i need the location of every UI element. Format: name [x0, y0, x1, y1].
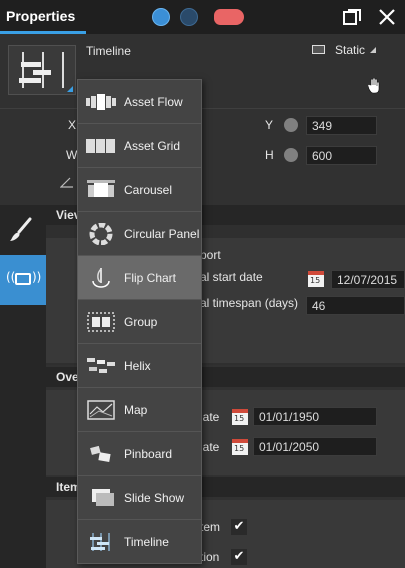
w-label: W [66, 148, 78, 162]
menu-item-label: Asset Flow [124, 95, 183, 109]
map-icon [87, 400, 115, 420]
component-type-menu: Asset Flow Asset Grid Carousel Circular … [77, 79, 202, 564]
menu-item-map[interactable]: Map [78, 388, 201, 432]
left-paren-icon: (( [6, 270, 16, 284]
pinboard-icon [90, 445, 111, 462]
overview-end-input[interactable]: 01/01/2050 [253, 437, 377, 456]
flip-chart-icon [92, 268, 110, 288]
menu-item-label: Pinboard [124, 447, 173, 461]
items-checkbox[interactable]: ✔ [231, 549, 247, 565]
viewport-label: port [200, 248, 221, 262]
angle-icon [60, 177, 73, 188]
menu-item-flip-chart[interactable]: Flip Chart [78, 256, 201, 300]
menu-item-group[interactable]: Group [78, 300, 201, 344]
record-pill-icon[interactable] [214, 9, 244, 25]
overview-start-label: late [200, 410, 220, 424]
layout-tab[interactable]: (( )) [0, 255, 46, 305]
component-thumbnail[interactable] [8, 45, 76, 95]
menu-item-timeline[interactable]: Timeline [78, 520, 201, 564]
menu-item-label: Slide Show [124, 491, 185, 505]
menu-item-label: Asset Grid [124, 139, 181, 153]
right-paren-icon: )) [32, 270, 42, 284]
y-input[interactable]: 349 [306, 116, 377, 135]
timeline-icon [90, 533, 110, 551]
h-label: H [265, 148, 274, 162]
slide-show-icon [92, 489, 114, 506]
helix-icon [87, 358, 115, 373]
close-icon[interactable] [376, 6, 398, 28]
title-bar: Properties [0, 0, 405, 34]
calendar-icon[interactable]: 15 [232, 409, 248, 425]
items-checkbox[interactable]: ✔ [231, 519, 247, 535]
menu-item-carousel[interactable]: Carousel [78, 168, 201, 212]
asset-grid-icon [86, 139, 115, 153]
screen-icon [15, 273, 31, 285]
menu-item-circular-panel[interactable]: Circular Panel [78, 212, 201, 256]
static-mode-icon [312, 45, 325, 54]
menu-item-label: Flip Chart [124, 271, 177, 285]
items-row-label: tion [200, 550, 220, 564]
carousel-icon [87, 180, 115, 197]
asset-flow-icon [86, 94, 116, 110]
timeline-thumb-icon [19, 52, 64, 88]
menu-item-asset-flow[interactable]: Asset Flow [78, 80, 201, 124]
menu-item-helix[interactable]: Helix [78, 344, 201, 388]
items-row-label: tem [200, 520, 221, 534]
menu-item-label: Carousel [124, 183, 173, 197]
menu-item-pinboard[interactable]: Pinboard [78, 432, 201, 476]
menu-item-label: Timeline [124, 535, 169, 549]
overview-section-title: Ove [56, 370, 79, 384]
h-input[interactable]: 600 [306, 146, 377, 165]
hand-cursor-icon [368, 78, 380, 94]
menu-item-asset-grid[interactable]: Asset Grid [78, 124, 201, 168]
calendar-icon[interactable]: 15 [308, 271, 324, 287]
menu-item-slide-show[interactable]: Slide Show [78, 476, 201, 520]
timespan-input[interactable]: 46 [306, 296, 405, 315]
start-date-label: al start date [200, 270, 263, 284]
header-divider [0, 108, 405, 109]
menu-item-label: Circular Panel [124, 227, 200, 241]
timespan-label: al timespan (days) [200, 296, 299, 310]
maximize-icon[interactable] [343, 9, 361, 25]
mode-label[interactable]: Static [335, 43, 365, 57]
mode-dropdown-icon[interactable] [370, 47, 376, 53]
brush-icon[interactable] [0, 205, 46, 255]
component-name: Timeline [86, 44, 131, 58]
circular-panel-icon [89, 223, 113, 245]
group-icon [87, 312, 115, 332]
overview-start-input[interactable]: 01/01/1950 [253, 407, 377, 426]
overview-end-label: late [200, 440, 220, 454]
h-link-dot[interactable] [284, 148, 298, 162]
y-label: Y [265, 118, 274, 132]
properties-tab[interactable]: Properties [0, 0, 86, 34]
menu-item-label: Map [124, 403, 148, 417]
start-date-input[interactable]: 12/07/2015 [331, 270, 405, 289]
calendar-icon[interactable]: 15 [232, 439, 248, 455]
menu-item-label: Helix [124, 359, 151, 373]
x-label: X [68, 118, 77, 132]
menu-item-label: Group [124, 315, 158, 329]
thumbnail-dropdown-indicator [67, 86, 73, 92]
globe-dark-icon[interactable] [180, 8, 198, 26]
globe-icon[interactable] [152, 8, 170, 26]
y-link-dot[interactable] [284, 118, 298, 132]
